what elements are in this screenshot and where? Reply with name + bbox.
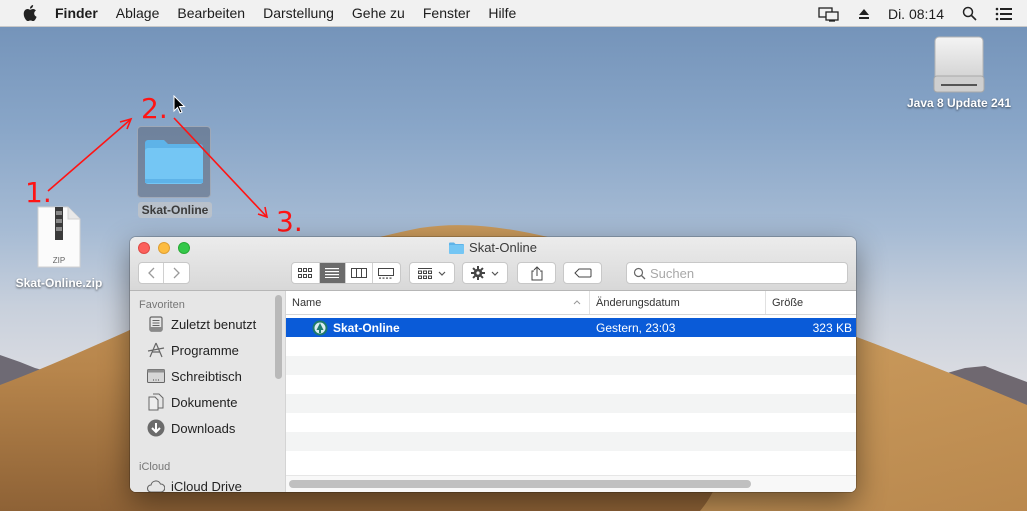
tag-icon xyxy=(573,268,591,278)
downloads-icon xyxy=(147,419,165,437)
action-button[interactable] xyxy=(462,262,508,284)
window-title-text: Skat-Online xyxy=(469,240,537,255)
file-name: Skat-Online xyxy=(333,320,400,335)
nav-buttons xyxy=(138,262,190,284)
scrollbar-thumb[interactable] xyxy=(289,480,751,488)
sidebar-item-zuletzt-benutzt[interactable]: Zuletzt benutzt xyxy=(130,311,285,337)
sidebar-section-icloud: iCloud xyxy=(139,461,171,473)
sidebar-item-downloads[interactable]: Downloads xyxy=(130,415,285,441)
sidebar-item-label: Zuletzt benutzt xyxy=(171,316,257,332)
empty-row xyxy=(286,375,856,394)
group-by-button[interactable] xyxy=(409,262,455,284)
empty-row xyxy=(286,337,856,356)
chevron-down-icon xyxy=(491,271,499,276)
window-title: Skat-Online xyxy=(130,240,856,255)
column-name-label: Name xyxy=(292,296,322,309)
annotation-step-1: 1. xyxy=(25,176,52,209)
folder-icon xyxy=(449,242,465,254)
column-date-label: Änderungsdatum xyxy=(596,296,680,309)
empty-row xyxy=(286,432,856,451)
file-row[interactable]: Skat-Online Gestern, 23:03 323 KB xyxy=(286,318,856,337)
sidebar-item-dokumente[interactable]: Dokumente xyxy=(130,389,285,415)
file-date: Gestern, 23:03 xyxy=(596,320,676,335)
cloud-icon xyxy=(147,477,165,492)
arrow-1-to-2 xyxy=(47,119,131,192)
share-button[interactable] xyxy=(517,262,556,284)
sidebar-item-label: Schreibtisch xyxy=(171,368,242,384)
column-header: Name Änderungsdatum Größe xyxy=(286,291,856,315)
forward-button[interactable] xyxy=(164,263,189,283)
empty-row xyxy=(286,413,856,432)
chevron-down-icon xyxy=(438,271,446,276)
applications-icon xyxy=(147,341,165,359)
documents-icon xyxy=(147,393,165,411)
file-list: Name Änderungsdatum Größe Skat-Online Ge… xyxy=(286,291,856,492)
finder-window: Skat-Online Suchen Favoriten Zuletzt ben… xyxy=(130,237,856,492)
sidebar-item-schreibtisch[interactable]: Schreibtisch xyxy=(130,363,285,389)
search-field[interactable] xyxy=(626,262,848,284)
column-size-label: Größe xyxy=(772,296,804,309)
forward-icon xyxy=(173,267,180,279)
column-header-name[interactable]: Name xyxy=(286,291,590,314)
desktop-icon xyxy=(147,367,165,385)
empty-row xyxy=(286,356,856,375)
annotation-step-3: 3. xyxy=(276,205,303,238)
recents-icon xyxy=(147,315,165,333)
sidebar-item-label: iCloud Drive xyxy=(171,478,242,493)
back-icon xyxy=(148,267,155,279)
column-header-size[interactable]: Größe xyxy=(766,291,856,314)
sidebar: Favoriten Zuletzt benutzt Programme Schr… xyxy=(130,291,286,492)
sidebar-item-label: Programme xyxy=(171,342,239,358)
list-view-button[interactable] xyxy=(319,263,347,283)
annotation-step-2: 2. xyxy=(141,92,168,125)
gallery-view-button[interactable] xyxy=(373,263,400,283)
gallery-view-icon xyxy=(378,267,395,279)
empty-row xyxy=(286,451,856,470)
sidebar-section-favoriten: Favoriten xyxy=(139,299,185,311)
column-view-button[interactable] xyxy=(346,263,373,283)
search-icon xyxy=(633,267,646,279)
gear-icon xyxy=(471,266,485,280)
app-icon xyxy=(312,320,328,335)
mouse-cursor-icon xyxy=(173,95,186,114)
sidebar-item-label: Dokumente xyxy=(171,394,238,410)
icon-view-icon xyxy=(298,268,313,278)
horizontal-scrollbar[interactable] xyxy=(286,475,856,492)
column-view-icon xyxy=(350,268,367,278)
window-titlebar[interactable]: Skat-Online xyxy=(130,237,856,291)
view-switcher xyxy=(291,262,401,284)
sidebar-item-icloud-drive[interactable]: iCloud Drive xyxy=(130,473,285,492)
icon-view-button[interactable] xyxy=(292,263,320,283)
empty-row xyxy=(286,394,856,413)
sidebar-scrollbar[interactable] xyxy=(275,295,282,379)
sort-ascending-icon xyxy=(573,300,581,305)
list-view-icon xyxy=(325,268,340,278)
group-icon xyxy=(418,267,432,279)
share-icon xyxy=(531,265,542,280)
back-button[interactable] xyxy=(139,263,165,283)
sidebar-item-label: Downloads xyxy=(171,420,236,436)
sidebar-item-programme[interactable]: Programme xyxy=(130,337,285,363)
column-header-date[interactable]: Änderungsdatum xyxy=(590,291,766,314)
tags-button[interactable] xyxy=(563,262,602,284)
arrow-2-to-3 xyxy=(173,117,267,217)
file-size: 323 KB xyxy=(812,320,852,335)
search-input[interactable] xyxy=(650,265,830,281)
